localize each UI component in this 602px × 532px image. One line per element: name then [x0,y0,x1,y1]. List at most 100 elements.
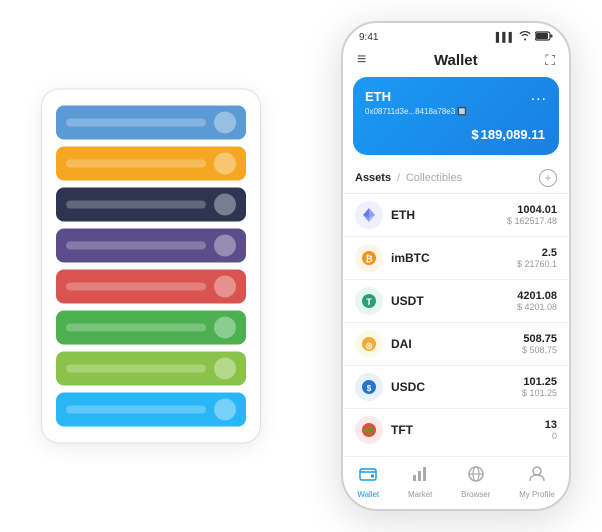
list-item [56,188,246,222]
asset-usd: $ 508.75 [522,345,557,355]
nav-item-wallet[interactable]: Wallet [357,465,379,499]
dai-icon: ◎ [355,330,383,358]
asset-usd: $ 21760.1 [517,259,557,269]
asset-symbol: ETH [391,208,507,222]
bottom-nav: Wallet Market Browser My Profile [343,456,569,509]
imbtc-icon: ₿ [355,244,383,272]
eth-address: 0x08711d3e...8418a78e3 🔲 [365,107,547,116]
table-row[interactable]: 🌿 TFT 13 0 [343,408,569,451]
expand-icon[interactable]: ⛶ [545,52,555,69]
asset-usd: $ 4201.08 [517,302,557,312]
list-item [56,147,246,181]
assets-tabs: Assets / Collectibles [355,172,462,184]
card-dot [214,153,236,175]
eth-label: ETH [365,89,391,104]
card-line [66,201,206,209]
asset-amount: 13 [545,419,557,431]
list-item [56,393,246,427]
market-icon [411,465,429,488]
table-row[interactable]: $ USDC 101.25 $ 101.25 [343,365,569,408]
card-dot [214,399,236,421]
table-row[interactable]: T USDT 4201.08 $ 4201.08 [343,279,569,322]
eth-card[interactable]: ETH ... 0x08711d3e...8418a78e3 🔲 $189,08… [353,77,559,155]
svg-text:🌿: 🌿 [363,425,374,436]
asset-amount: 4201.08 [517,290,557,302]
card-line [66,365,206,373]
svg-text:◎: ◎ [366,341,373,350]
asset-usd: $ 101.25 [522,388,557,398]
nav-wallet-label: Wallet [357,490,379,499]
svg-text:T: T [366,297,372,307]
eth-card-header: ETH ... [365,87,547,105]
asset-value: 101.25 $ 101.25 [522,376,557,398]
status-time: 9:41 [359,32,378,43]
asset-value: 13 0 [545,419,557,441]
eth-icon [355,201,383,229]
card-dot [214,317,236,339]
nav-item-market[interactable]: Market [408,465,432,499]
asset-symbol: imBTC [391,251,517,265]
asset-symbol: USDT [391,294,517,308]
card-line [66,324,206,332]
asset-value: 1004.01 $ 162517.48 [507,204,557,226]
asset-value: 4201.08 $ 4201.08 [517,290,557,312]
tft-icon: 🌿 [355,416,383,444]
nav-item-profile[interactable]: My Profile [519,465,555,499]
asset-symbol: DAI [391,337,522,351]
card-stack [41,89,261,444]
card-dot [214,194,236,216]
scene: 9:41 ▌▌▌ ≡ Wallet ⛶ ETH ... 0x0871 [11,11,591,521]
asset-amount: 1004.01 [507,204,557,216]
card-line [66,119,206,127]
list-item [56,311,246,345]
battery-icon [535,31,553,43]
tab-collectibles[interactable]: Collectibles [406,172,462,184]
status-icons: ▌▌▌ [496,31,553,43]
nav-browser-label: Browser [461,490,490,499]
add-asset-button[interactable]: + [539,169,557,187]
list-item [56,106,246,140]
asset-list: ETH 1004.01 $ 162517.48 ₿ imBTC 2.5 $ 21… [343,193,569,456]
wifi-icon [519,31,531,43]
list-item [56,229,246,263]
card-line [66,160,206,168]
list-item [56,352,246,386]
eth-balance: $189,089.11 [365,122,547,145]
asset-amount: 508.75 [522,333,557,345]
currency-symbol: $ [471,127,478,142]
card-dot [214,235,236,257]
assets-header: Assets / Collectibles + [343,165,569,193]
menu-icon[interactable]: ≡ [357,51,366,69]
asset-value: 508.75 $ 508.75 [522,333,557,355]
nav-profile-label: My Profile [519,490,555,499]
card-line [66,406,206,414]
nav-market-label: Market [408,490,432,499]
asset-usd: $ 162517.48 [507,216,557,226]
phone: 9:41 ▌▌▌ ≡ Wallet ⛶ ETH ... 0x0871 [341,21,571,511]
svg-text:₿: ₿ [365,254,372,264]
page-title: Wallet [434,52,478,69]
card-dot [214,358,236,380]
asset-value: 2.5 $ 21760.1 [517,247,557,269]
table-row[interactable]: ETH 1004.01 $ 162517.48 [343,193,569,236]
nav-item-browser[interactable]: Browser [461,465,490,499]
list-item [56,270,246,304]
table-row[interactable]: ◎ DAI 508.75 $ 508.75 [343,322,569,365]
asset-amount: 2.5 [517,247,557,259]
card-line [66,242,206,250]
tab-assets[interactable]: Assets [355,172,391,184]
asset-amount: 101.25 [522,376,557,388]
asset-symbol: USDC [391,380,522,394]
card-dot [214,112,236,134]
table-row[interactable]: ₿ imBTC 2.5 $ 21760.1 [343,236,569,279]
signal-icon: ▌▌▌ [496,32,515,42]
usdt-icon: T [355,287,383,315]
status-bar: 9:41 ▌▌▌ [343,23,569,47]
asset-usd: 0 [545,431,557,441]
card-line [66,283,206,291]
balance-value: 189,089.11 [481,127,545,142]
wallet-icon [359,465,377,488]
phone-header: ≡ Wallet ⛶ [343,47,569,77]
tab-divider: / [397,173,400,184]
eth-more-button[interactable]: ... [531,87,547,105]
